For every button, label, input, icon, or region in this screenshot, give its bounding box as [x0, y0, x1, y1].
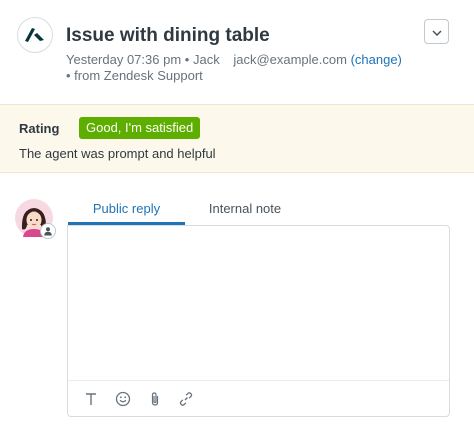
ticket-menu-button[interactable] [424, 19, 449, 44]
emoji-icon[interactable] [113, 389, 133, 409]
reply-editor [67, 225, 450, 417]
tab-internal-note[interactable]: Internal note [195, 196, 295, 225]
text-format-icon[interactable] [81, 389, 101, 409]
requester-name: Jack [192, 52, 220, 67]
meta-separator: • [184, 52, 190, 67]
rating-badge: Good, I'm satisfied [79, 117, 201, 139]
change-requester-link[interactable]: (change) [351, 52, 402, 67]
agent-role-icon [40, 223, 56, 239]
composer-tabs: Public reply Internal note [68, 196, 450, 225]
tab-public-reply[interactable]: Public reply [68, 196, 185, 225]
requester-email: jack@example.com [233, 52, 347, 67]
ticket-source: • from Zendesk Support [66, 68, 203, 83]
ticket-header: Issue with dining table Yesterday 07:36 … [0, 0, 474, 104]
rating-label: Rating [19, 121, 60, 136]
ticket-timestamp: Yesterday 07:36 pm [66, 52, 182, 67]
satisfaction-rating-panel: Rating Good, I'm satisfied The agent was… [0, 104, 474, 173]
chevron-down-icon [431, 23, 442, 41]
link-icon[interactable] [176, 389, 196, 409]
rating-comment: The agent was prompt and helpful [19, 146, 216, 161]
editor-toolbar [68, 380, 449, 416]
ticket-meta: Yesterday 07:36 pm • Jack jack@example.c… [66, 52, 402, 67]
attachment-icon[interactable] [145, 389, 165, 409]
reply-textarea[interactable] [68, 226, 449, 380]
ticket-title: Issue with dining table [66, 25, 270, 46]
zendesk-logo-icon [17, 17, 53, 53]
